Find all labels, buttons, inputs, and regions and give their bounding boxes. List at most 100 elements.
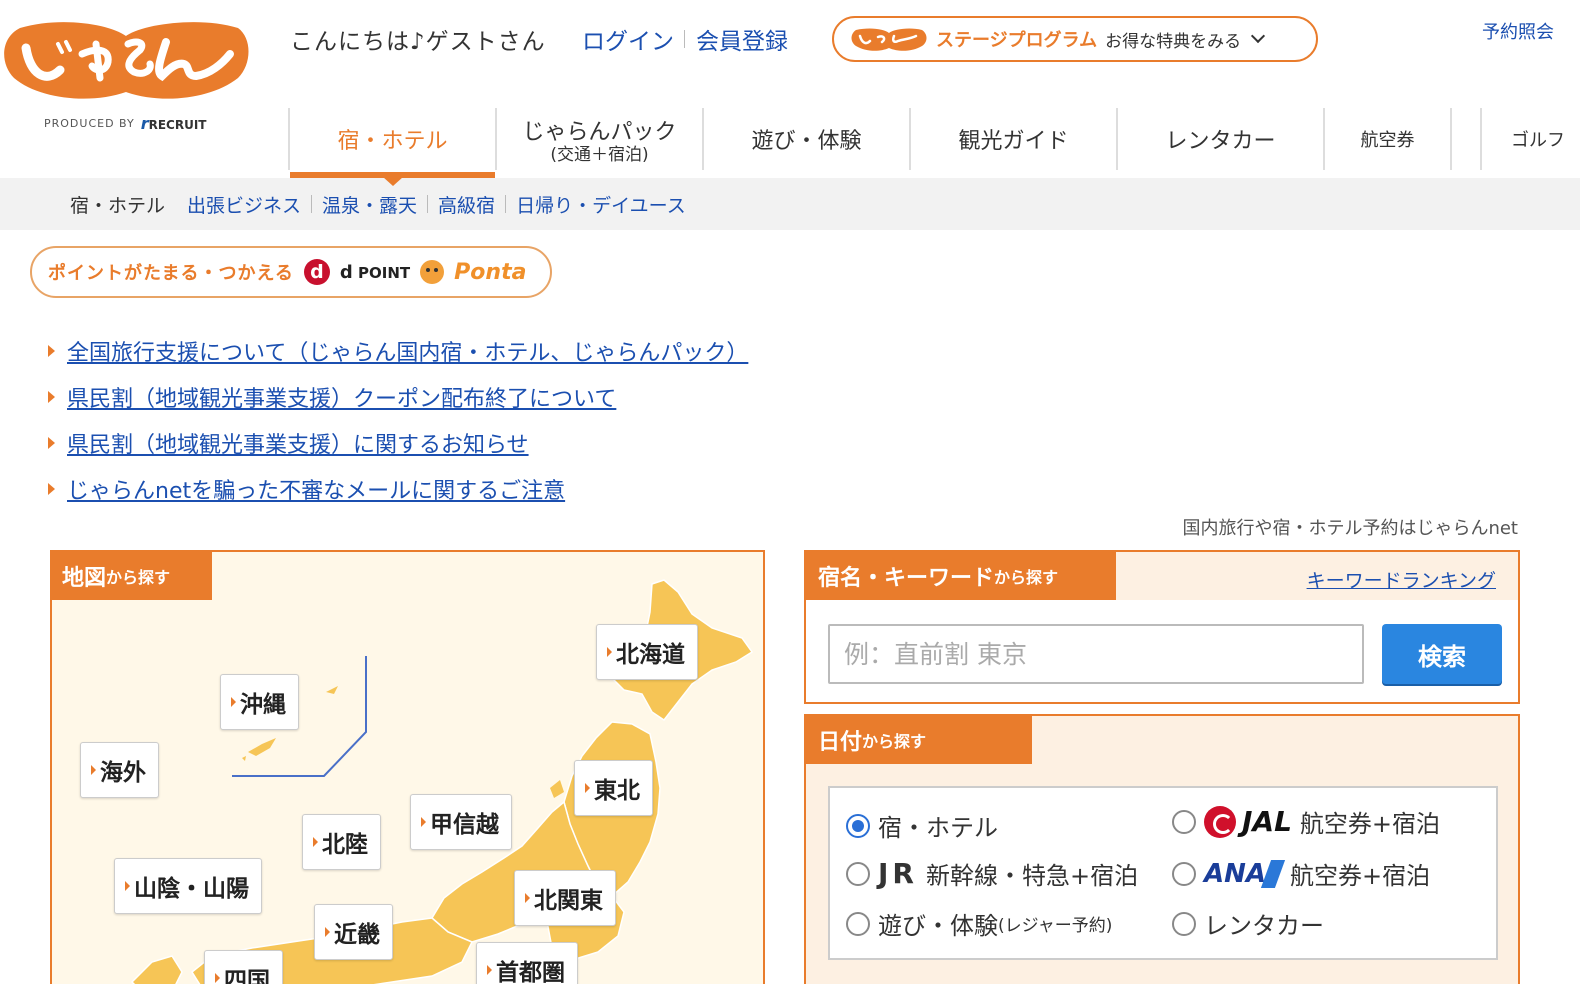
produced-by-recruit: PRODUCED BY rRECRUIT — [44, 114, 207, 133]
chevron-down-icon — [1251, 28, 1266, 44]
radio-button[interactable] — [846, 813, 870, 838]
region-kinki[interactable]: 近畿 — [314, 904, 393, 960]
triangle-bullet-icon — [48, 437, 55, 449]
search-button[interactable]: 検索 — [1382, 624, 1502, 684]
triangle-bullet-icon — [325, 927, 330, 937]
tab-jalan-pack[interactable]: じゃらんパック (交通＋宿泊) — [495, 108, 702, 170]
radio-button[interactable] — [846, 911, 870, 936]
list-item: 県民割（地域観光事業支援）に関するお知らせ — [48, 420, 748, 466]
tab-golf[interactable]: ゴルフ — [1480, 108, 1565, 170]
option-hotel[interactable]: 宿・ホテル — [846, 808, 998, 843]
dpoint-label: d POINT — [339, 261, 411, 283]
points-banner[interactable]: ポイントがたまる・つかえる d d POINT Ponta — [30, 246, 552, 298]
sub-nav-divider — [311, 195, 313, 213]
region-koshinetsu[interactable]: 甲信越 — [410, 794, 512, 850]
sub-nav-onsen[interactable]: 温泉・露天 — [322, 191, 417, 218]
option-jr-train-hotel[interactable]: JR 新幹線・特急+宿泊 — [846, 856, 1138, 891]
jalan-logo[interactable] — [0, 14, 252, 106]
notice-link[interactable]: 全国旅行支援について（じゃらん国内宿・ホテル、じゃらんパック） — [67, 335, 748, 367]
stage-program-subtitle: お得な特典をみる — [1105, 31, 1242, 52]
sub-nav-divider — [505, 195, 507, 213]
produced-by-label: PRODUCED BY — [44, 117, 135, 130]
triangle-bullet-icon — [231, 697, 236, 707]
option-rentacar[interactable]: レンタカー — [1172, 906, 1324, 941]
ponta-label: Ponta — [454, 259, 527, 285]
tab-airline-tickets[interactable]: 航空券 — [1323, 108, 1450, 170]
triangle-bullet-icon — [48, 391, 55, 403]
header-divider — [684, 30, 685, 48]
search-type-options: 宿・ホテル JAL 航空券+宿泊 JR 新幹線・特急+宿泊 ANA 航空券+宿泊… — [828, 786, 1498, 960]
keyword-search-panel: 宿名・キーワードから探す キーワードランキング 検索 — [804, 550, 1520, 704]
guest-greeting: こんにちは♪ゲストさん — [290, 29, 546, 55]
sub-nav-divider — [427, 195, 429, 213]
region-overseas[interactable]: 海外 — [80, 742, 159, 798]
jr-brand: JR — [878, 857, 918, 890]
notice-link[interactable]: 県民割（地域観光事業支援）クーポン配布終了について — [67, 381, 616, 413]
login-link[interactable]: ログイン — [582, 22, 674, 56]
region-shutoken[interactable]: 首都圏 — [476, 942, 578, 984]
map-search-title: 地図 から探す — [52, 552, 212, 600]
option-jal-air-hotel[interactable]: JAL 航空券+宿泊 — [1172, 804, 1440, 839]
triangle-bullet-icon — [313, 837, 318, 847]
radio-button[interactable] — [846, 861, 870, 886]
triangle-bullet-icon — [48, 483, 55, 495]
map-search-panel: 地図 から探す 北海道 沖縄 海外 東北 甲信越 北陸 山陰・山陽 北関東 近畿 … — [50, 550, 765, 984]
main-nav: 宿・ホテル じゃらんパック (交通＋宿泊) 遊び・体験 観光ガイド レンタカー … — [288, 108, 1565, 186]
tab-activities[interactable]: 遊び・体験 — [702, 108, 909, 170]
notice-list: 全国旅行支援について（じゃらん国内宿・ホテル、じゃらんパック） 県民割（地域観光… — [48, 328, 748, 512]
notice-link[interactable]: じゃらんnetを騙った不審なメールに関するご注意 — [67, 473, 565, 505]
tab-hotel-label: 宿・ホテル — [337, 129, 448, 154]
region-shikoku[interactable]: 四国 — [204, 950, 283, 984]
register-link[interactable]: 会員登録 — [696, 22, 788, 56]
sub-nav-luxury[interactable]: 高級宿 — [438, 191, 495, 218]
date-search-title: 日付 から探す — [806, 716, 1032, 764]
tab-golf-label: ゴルフ — [1511, 130, 1565, 151]
region-kitakanto[interactable]: 北関東 — [514, 870, 616, 926]
sub-nav: 宿・ホテル 出張ビジネス 温泉・露天 高級宿 日帰り・デイユース — [0, 178, 1580, 230]
region-hokuriku[interactable]: 北陸 — [302, 814, 381, 870]
tab-sightseeing-guide-label: 観光ガイド — [958, 129, 1069, 154]
jalan-mini-logo — [851, 28, 927, 51]
region-okinawa[interactable]: 沖縄 — [220, 674, 299, 730]
radio-button[interactable] — [1172, 809, 1196, 834]
triangle-bullet-icon — [585, 783, 590, 793]
region-sanin-sanyo[interactable]: 山陰・山陽 — [114, 858, 262, 914]
radio-button[interactable] — [1172, 861, 1196, 886]
recruit-logo: rRECRUIT — [140, 114, 207, 133]
tab-hotel[interactable]: 宿・ホテル — [288, 108, 495, 186]
region-hokkaido[interactable]: 北海道 — [596, 624, 698, 680]
nav-divider — [1450, 108, 1480, 170]
keyword-ranking-link[interactable]: キーワードランキング — [1307, 566, 1496, 593]
option-activities[interactable]: 遊び・体験 (レジャー予約) — [846, 906, 1112, 941]
triangle-bullet-icon — [525, 893, 530, 903]
dpoint-icon: d — [303, 259, 330, 285]
keyword-search-input[interactable] — [828, 624, 1364, 684]
triangle-bullet-icon — [125, 881, 130, 891]
list-item: じゃらんnetを騙った不審なメールに関するご注意 — [48, 466, 748, 512]
tab-airline-tickets-label: 航空券 — [1360, 130, 1415, 151]
tab-activities-label: 遊び・体験 — [751, 129, 862, 154]
date-search-panel: 日付 から探す 宿・ホテル JAL 航空券+宿泊 JR 新幹線・特急+宿泊 ANA… — [804, 714, 1520, 984]
ponta-icon — [420, 260, 445, 284]
tab-rentacar-label: レンタカー — [1165, 129, 1276, 154]
points-banner-text: ポイントがたまる・つかえる — [48, 263, 294, 284]
sub-nav-dayuse[interactable]: 日帰り・デイユース — [516, 191, 686, 218]
tab-jalan-pack-sublabel: (交通＋宿泊) — [550, 145, 649, 165]
option-ana-air-hotel[interactable]: ANA 航空券+宿泊 — [1172, 856, 1430, 891]
tab-sightseeing-guide[interactable]: 観光ガイド — [909, 108, 1116, 170]
site-tagline: 国内旅行や宿・ホテル予約はじゃらんnet — [1182, 518, 1518, 539]
stage-program-button[interactable]: ステージプログラム お得な特典をみる — [832, 16, 1318, 62]
jal-logo-icon — [1204, 805, 1236, 838]
region-tohoku[interactable]: 東北 — [574, 760, 653, 816]
notice-link[interactable]: 県民割（地域観光事業支援）に関するお知らせ — [67, 427, 529, 459]
radio-button[interactable] — [1172, 911, 1196, 936]
triangle-bullet-icon — [48, 345, 55, 357]
tab-jalan-pack-label: じゃらんパック — [522, 120, 677, 145]
tab-rentacar[interactable]: レンタカー — [1116, 108, 1323, 170]
stage-program-title: ステージプログラム — [936, 30, 1098, 51]
ana-brand: ANA — [1204, 858, 1267, 889]
sub-nav-current: 宿・ホテル — [70, 194, 166, 217]
sub-nav-business[interactable]: 出張ビジネス — [187, 191, 301, 218]
reservation-inquiry-link[interactable]: 予約照会 — [1482, 18, 1554, 44]
jal-brand: JAL — [1242, 805, 1292, 838]
